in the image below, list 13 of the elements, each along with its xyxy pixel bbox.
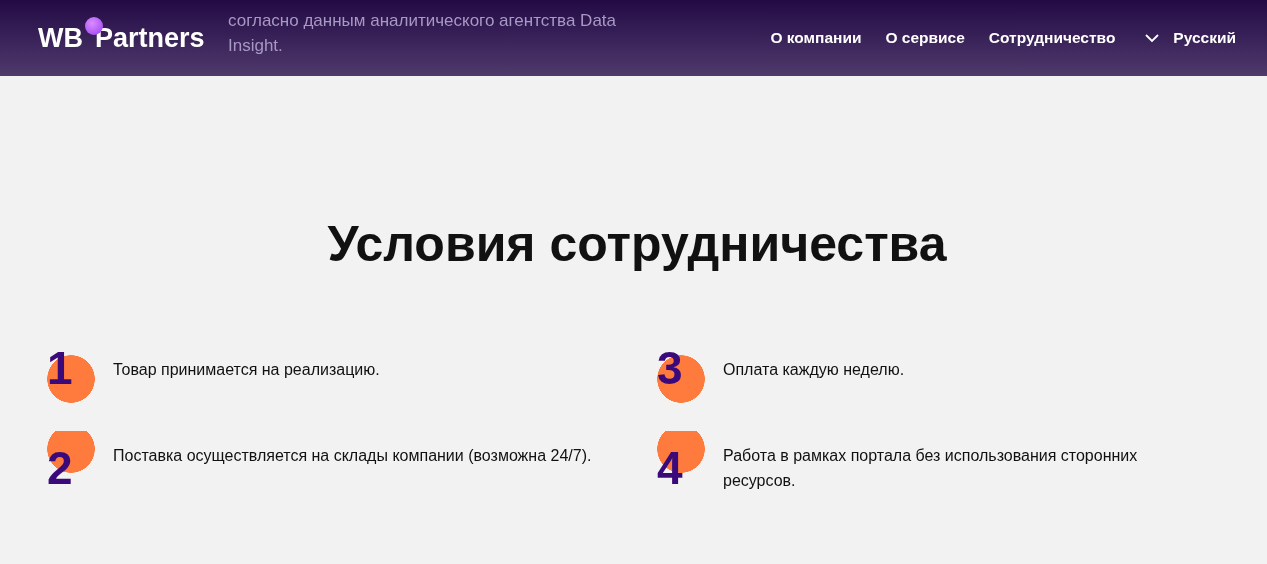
condition-text: Поставка осуществляется на склады компании (возможна 24/7).	[113, 446, 592, 466]
covered-paragraph: согласно данным аналитического агентства Data Insight.	[228, 10, 618, 57]
section-title: Условия сотрудничества	[326, 215, 948, 273]
chevron-down-icon	[1145, 33, 1160, 43]
logo-text[interactable]: WB	[38, 22, 83, 54]
condition-text: Оплата каждую неделю.	[723, 360, 905, 380]
language-selector[interactable]: Русский	[1145, 29, 1236, 47]
condition-text: Товар принимается на реализацию.	[113, 360, 380, 380]
nav-link[interactable]: Сотрудничество	[988, 29, 1116, 47]
logo-text[interactable]: Partners	[95, 22, 205, 54]
nav-link[interactable]: О компании	[770, 29, 862, 47]
nav-link[interactable]: О сервисе	[885, 29, 965, 47]
condition-text: Работа в рамках портала без использования сторонних ресурсов.	[723, 446, 1139, 491]
